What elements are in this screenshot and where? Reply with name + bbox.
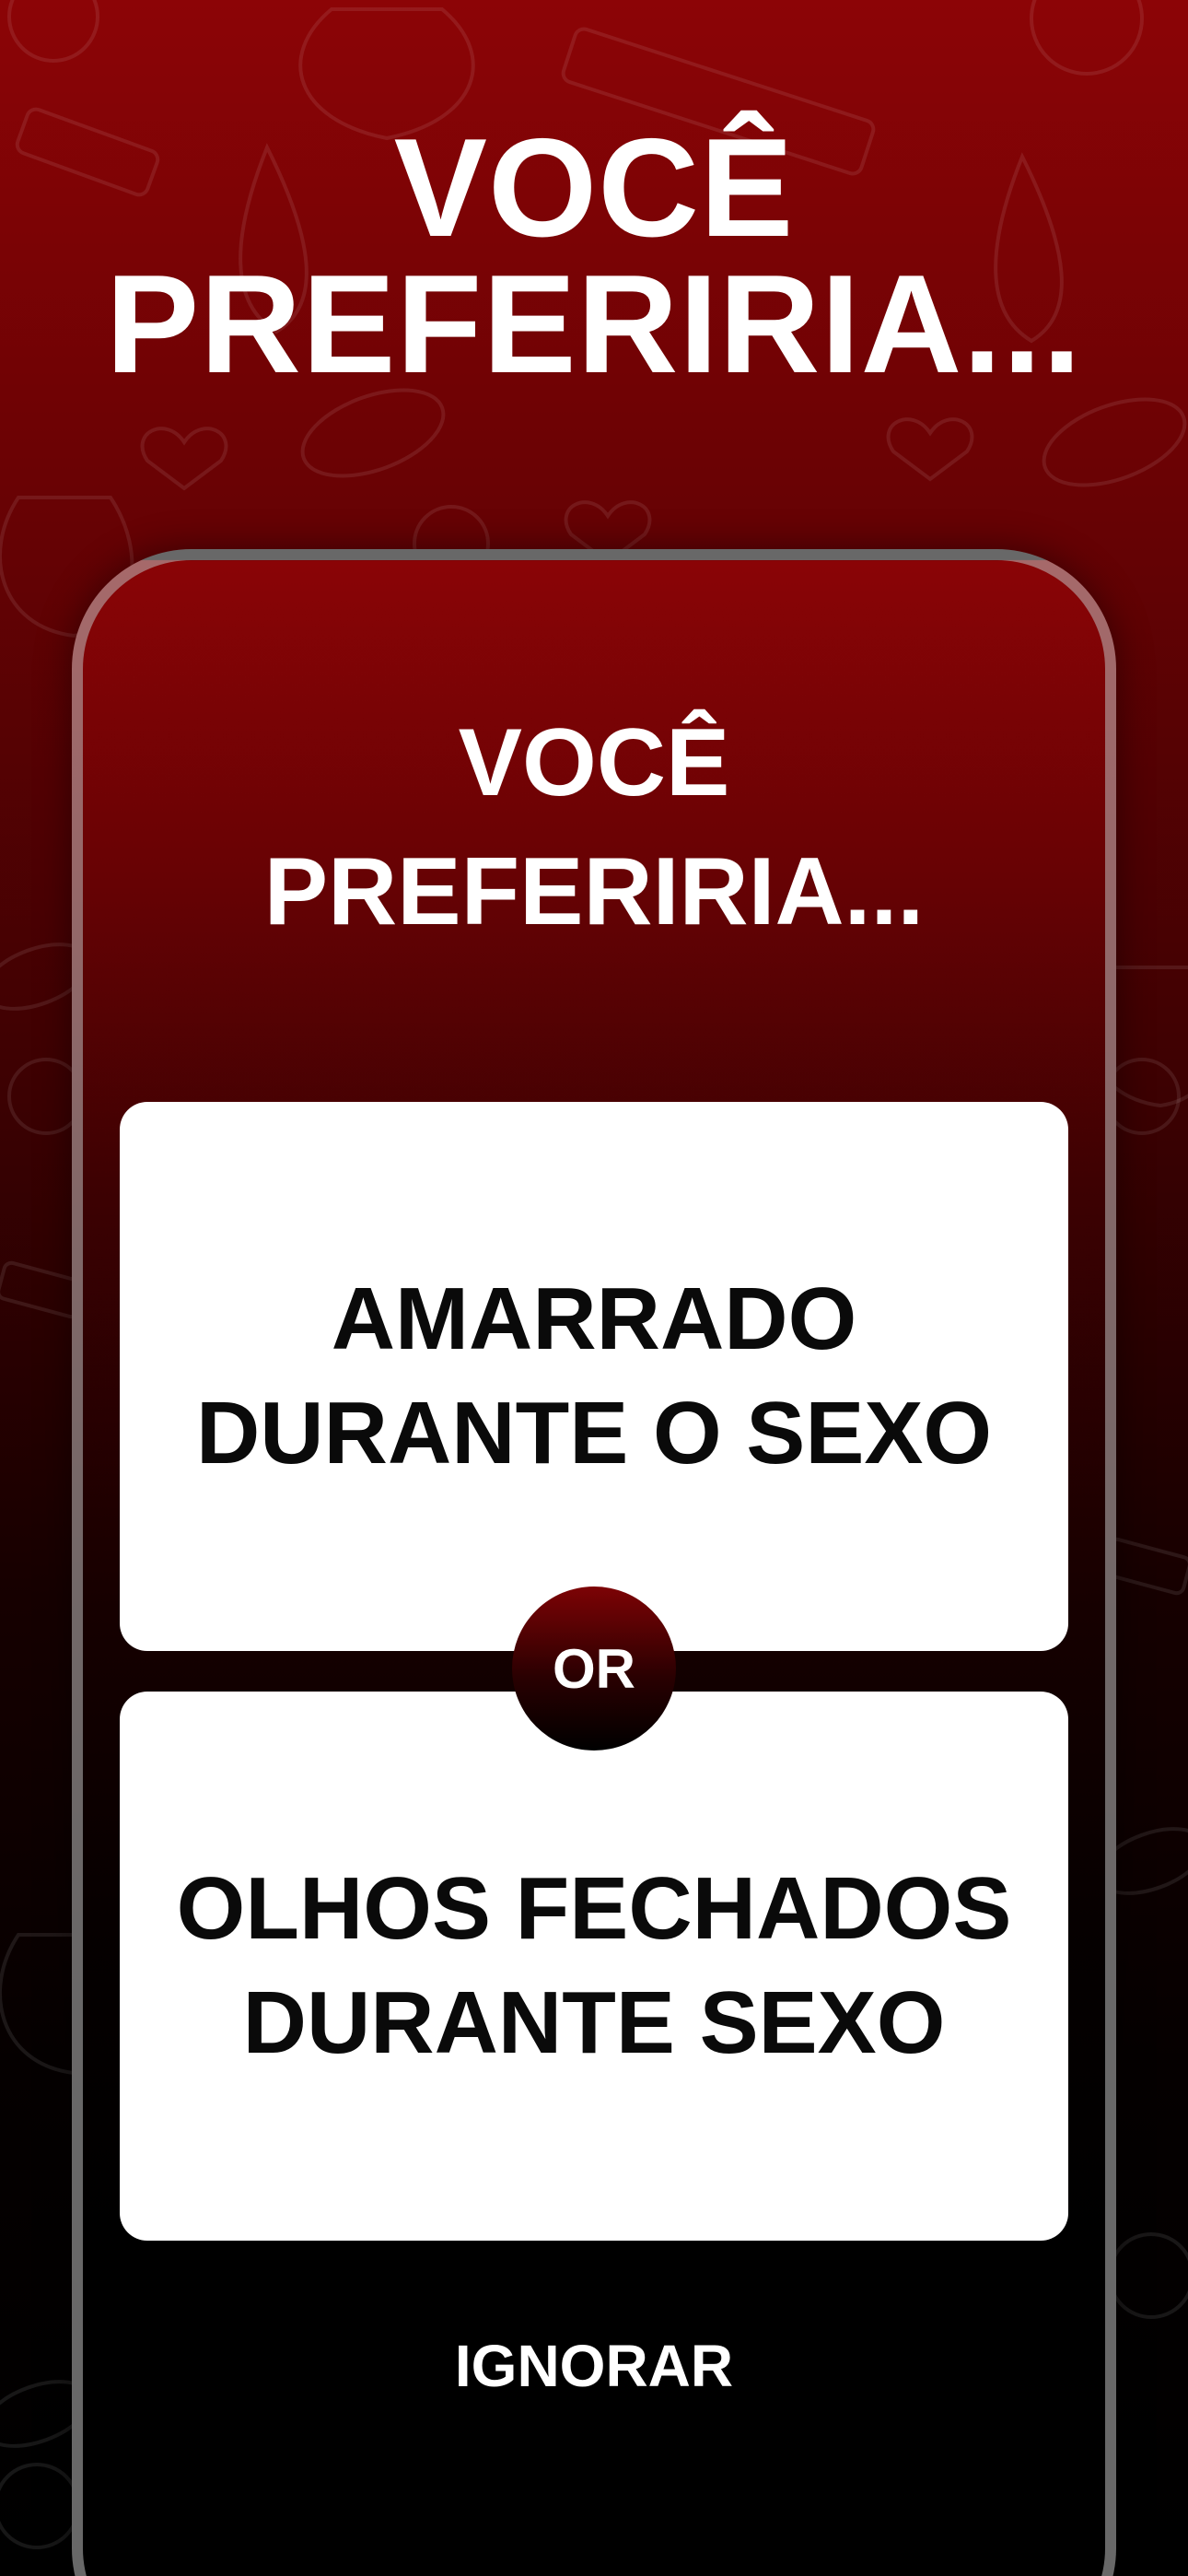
doodle-circle — [1103, 1058, 1181, 1135]
doodle-heart — [140, 427, 228, 491]
card-title-line1: VOCÊ — [458, 709, 730, 816]
option-a-button[interactable]: AMARRADO DURANTE O SEXO — [120, 1102, 1068, 1651]
doodle-circle — [1108, 2232, 1188, 2319]
screen: VOCÊ PREFERIRIA... VOCÊ PREFERIRIA... AM… — [0, 0, 1188, 2576]
doodle-circle — [1030, 0, 1144, 76]
doodle-circle — [0, 2463, 80, 2549]
card-title-line2: PREFERIRIA... — [263, 838, 925, 945]
page-title: VOCÊ PREFERIRIA... — [0, 110, 1188, 403]
doodle-circle — [7, 0, 99, 63]
or-separator-badge: OR — [512, 1587, 676, 1751]
card-title: VOCÊ PREFERIRIA... — [83, 698, 1105, 956]
phone-mockup: VOCÊ PREFERIRIA... AMARRADO DURANTE O SE… — [72, 549, 1116, 2576]
option-a-line2: DURANTE O SEXO — [195, 1384, 993, 1482]
option-b-line1: OLHOS FECHADOS — [176, 1859, 1012, 1958]
page-title-line1: VOCÊ — [393, 110, 795, 266]
option-b-label: OLHOS FECHADOS DURANTE SEXO — [149, 1852, 1040, 2080]
page-title-line2: PREFERIRIA... — [105, 246, 1083, 403]
doodle-heart — [886, 417, 974, 482]
option-a-line1: AMARRADO — [331, 1270, 857, 1368]
option-b-line2: DURANTE SEXO — [242, 1973, 946, 2072]
skip-button[interactable]: IGNORAR — [83, 2329, 1105, 2403]
option-a-label: AMARRADO DURANTE O SEXO — [169, 1262, 1019, 1491]
option-b-button[interactable]: OLHOS FECHADOS DURANTE SEXO — [120, 1692, 1068, 2241]
